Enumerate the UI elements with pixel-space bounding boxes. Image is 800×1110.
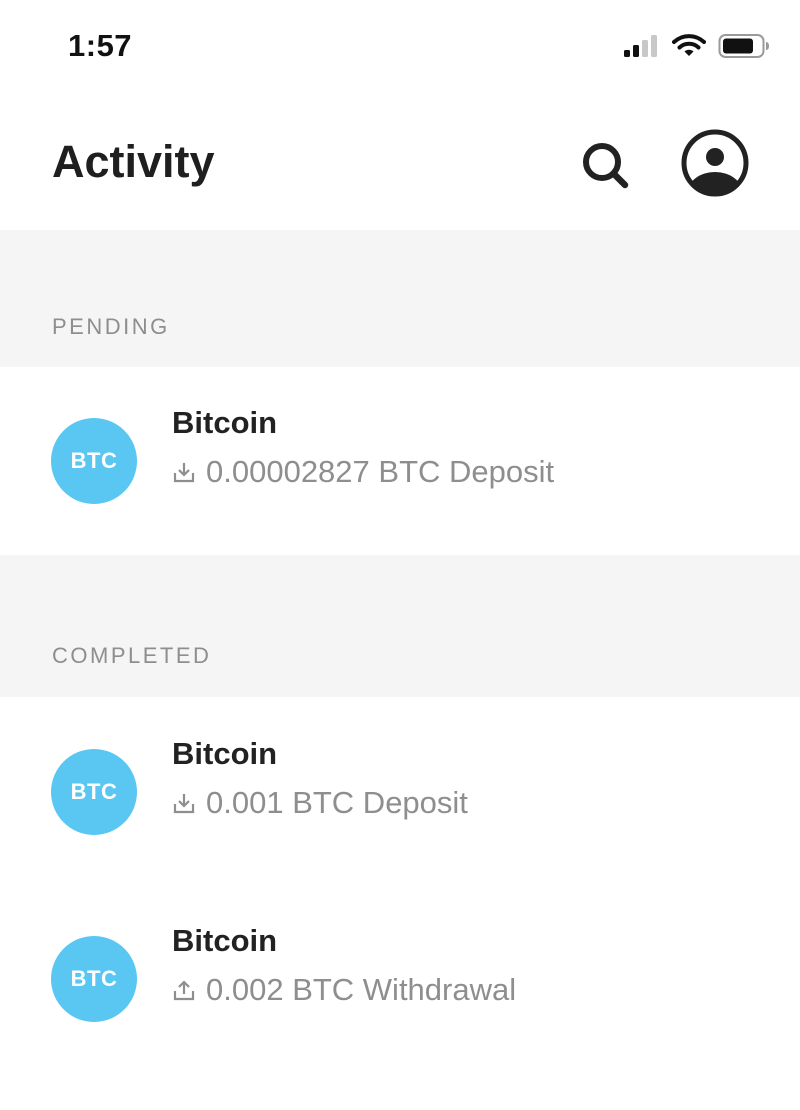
download-icon (173, 463, 195, 483)
status-bar: 1:57 (0, 0, 800, 100)
status-time: 1:57 (68, 28, 133, 63)
avatar: BTC (51, 418, 137, 504)
profile-icon (681, 129, 749, 197)
page-title: Activity (52, 136, 215, 187)
section-label-completed: COMPLETED (52, 643, 212, 668)
cellular-signal-icon (624, 35, 657, 57)
avatar: BTC (51, 749, 137, 835)
activity-detail: 0.00002827 BTC Deposit (172, 454, 554, 490)
wifi-icon (672, 34, 706, 56)
activity-row[interactable]: BTC Bitcoin 0.002 BTC Withdrawal (0, 906, 800, 1042)
search-icon (583, 143, 629, 189)
battery-icon (718, 34, 769, 58)
activity-detail-text: 0.002 BTC Withdrawal (206, 972, 517, 1007)
activity-detail: 0.001 BTC Deposit (172, 785, 468, 821)
upload-icon (173, 980, 195, 1001)
activity-title: Bitcoin (172, 736, 278, 771)
activity-title: Bitcoin (172, 923, 278, 958)
profile-button[interactable] (680, 128, 750, 198)
search-button[interactable] (578, 138, 634, 194)
app-header: Activity (0, 100, 800, 230)
activity-row[interactable]: BTC Bitcoin 0.001 BTC Deposit (0, 719, 800, 855)
section-label-pending: PENDING (52, 314, 170, 339)
activity-row[interactable]: BTC Bitcoin 0.00002827 BTC Deposit (0, 388, 800, 524)
activity-detail-text: 0.00002827 BTC Deposit (206, 454, 555, 489)
activity-title: Bitcoin (172, 405, 278, 440)
activity-detail: 0.002 BTC Withdrawal (172, 972, 516, 1008)
section-header-pending: PENDING (0, 230, 800, 367)
avatar: BTC (51, 936, 137, 1022)
activity-detail-text: 0.001 BTC Deposit (206, 785, 468, 820)
status-icons (624, 33, 770, 59)
download-icon (173, 794, 195, 814)
section-header-completed: COMPLETED (0, 555, 800, 697)
